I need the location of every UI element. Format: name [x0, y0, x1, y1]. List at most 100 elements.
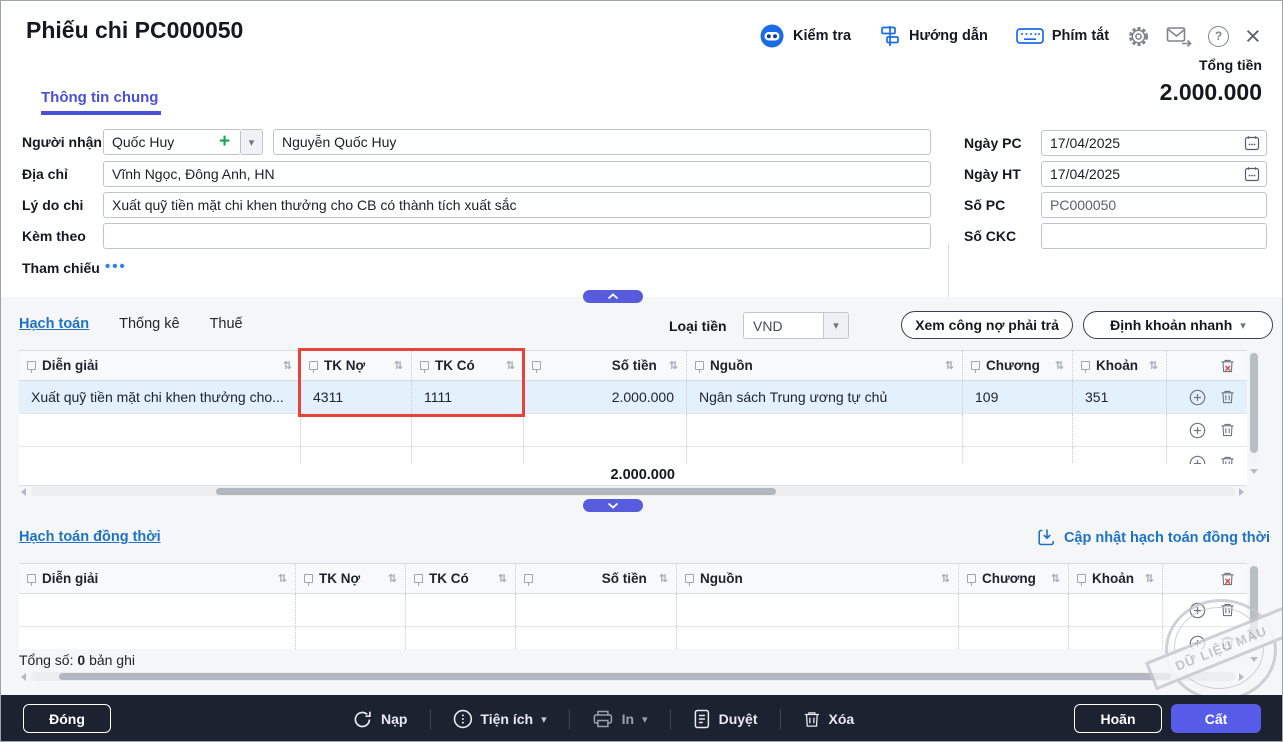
postpone-button[interactable]: Hoãn	[1074, 704, 1162, 733]
delete-row-icon[interactable]	[1220, 389, 1235, 405]
col-header-chuong[interactable]: Chương⇅	[959, 564, 1069, 593]
pin-icon[interactable]	[532, 361, 541, 370]
col-header-chuong[interactable]: Chương⇅	[963, 351, 1073, 380]
shortcut-button[interactable]: Phím tắt	[1016, 26, 1109, 46]
quick-entry-button[interactable]: Định khoản nhanh ▾	[1083, 311, 1273, 339]
close-window-button[interactable]: Đóng	[23, 704, 111, 733]
horizontal-scrollbar[interactable]	[31, 672, 1235, 681]
date-ht-input[interactable]	[1041, 161, 1267, 187]
approve-button[interactable]: Duyệt	[693, 709, 758, 729]
col-header-khoan[interactable]: Khoản⇅	[1069, 564, 1163, 593]
cell-chuong[interactable]: 109	[963, 381, 1073, 413]
col-header-tk-co[interactable]: TK Có⇅	[406, 564, 516, 593]
sort-icon[interactable]: ⇅	[278, 572, 287, 585]
reload-button[interactable]: Nạp	[352, 709, 407, 730]
cell-tk-co[interactable]: 1111	[412, 381, 524, 413]
reference-ellipsis-button[interactable]: •••	[105, 258, 127, 275]
tab-thue[interactable]: Thuế	[210, 316, 243, 332]
sort-icon[interactable]: ⇅	[506, 359, 515, 372]
simultaneous-title-link[interactable]: Hạch toán đồng thời	[19, 529, 161, 545]
pin-icon[interactable]	[27, 361, 36, 370]
col-header-so-tien[interactable]: Số tiền⇅	[516, 564, 677, 593]
cell-so-tien[interactable]: 2.000.000	[524, 381, 687, 413]
scrollbar-thumb[interactable]	[216, 488, 776, 495]
sort-icon[interactable]: ⇅	[659, 572, 668, 585]
delete-row-icon[interactable]	[1220, 602, 1235, 618]
col-header-tk-co[interactable]: TK Có⇅	[412, 351, 524, 380]
utilities-button[interactable]: Tiện ích ▾	[452, 709, 546, 729]
delete-all-rows-icon[interactable]: ×	[1220, 571, 1235, 587]
col-header-so-tien[interactable]: Số tiền⇅	[524, 351, 687, 380]
cell-nguon[interactable]: Ngân sách Trung ương tự chủ	[687, 381, 963, 413]
add-row-icon[interactable]	[1189, 422, 1206, 439]
update-simultaneous-link[interactable]: Cập nhật hạch toán đồng thời	[1037, 528, 1270, 547]
settings-button[interactable]	[1127, 25, 1150, 48]
vertical-scrollbar[interactable]	[1249, 351, 1259, 464]
vertical-scrollbar[interactable]	[1249, 564, 1259, 650]
cell-khoan[interactable]: 351	[1073, 381, 1167, 413]
scroll-down-arrow[interactable]	[1250, 657, 1258, 662]
sort-icon[interactable]: ⇅	[283, 359, 292, 372]
sort-icon[interactable]: ⇅	[394, 359, 403, 372]
pin-icon[interactable]	[685, 574, 694, 583]
pin-icon[interactable]	[971, 361, 980, 370]
sort-icon[interactable]: ⇅	[388, 572, 397, 585]
ckc-no-input[interactable]	[1041, 223, 1267, 249]
currency-select[interactable]: VND ▾	[743, 312, 849, 339]
sort-icon[interactable]: ⇅	[1149, 359, 1158, 372]
address-input[interactable]	[103, 161, 931, 187]
attachment-input[interactable]	[103, 223, 931, 249]
sort-icon[interactable]: ⇅	[1145, 572, 1154, 585]
calendar-icon[interactable]	[1244, 135, 1260, 156]
pin-icon[interactable]	[309, 361, 318, 370]
receiver-dropdown-button[interactable]: ▾	[241, 129, 263, 155]
add-row-icon[interactable]	[1189, 455, 1206, 465]
col-header-nguon[interactable]: Nguồn⇅	[677, 564, 959, 593]
sort-icon[interactable]: ⇅	[941, 572, 950, 585]
help-button[interactable]: ?	[1208, 26, 1229, 47]
tab-hach-toan[interactable]: Hạch toán	[19, 316, 89, 332]
reason-input[interactable]	[103, 192, 931, 218]
pin-icon[interactable]	[414, 574, 423, 583]
sort-icon[interactable]: ⇅	[669, 359, 678, 372]
add-receiver-icon[interactable]: +	[219, 129, 230, 155]
scroll-right-arrow[interactable]	[1239, 673, 1244, 681]
horizontal-scrollbar[interactable]	[31, 487, 1235, 496]
date-pc-input[interactable]	[1041, 130, 1267, 156]
table-row[interactable]: Xuất quỹ tiền mặt chi khen thưởng cho...…	[19, 381, 1247, 414]
pin-icon[interactable]	[695, 361, 704, 370]
pin-icon[interactable]	[524, 574, 533, 583]
table-row-empty[interactable]	[19, 594, 1247, 627]
tab-general-info[interactable]: Thông tin chung	[41, 89, 158, 106]
add-row-icon[interactable]	[1189, 635, 1206, 650]
cell-tk-no[interactable]: 4311	[301, 381, 412, 413]
sort-icon[interactable]: ⇅	[1051, 572, 1060, 585]
tab-thong-ke[interactable]: Thống kê	[119, 316, 179, 332]
cell-dien-giai[interactable]: Xuất quỹ tiền mặt chi khen thưởng cho...	[19, 381, 301, 413]
delete-row-icon[interactable]	[1220, 635, 1235, 649]
voucher-no-input[interactable]	[1041, 192, 1267, 218]
col-header-dien-giai[interactable]: Diễn giải⇅	[19, 564, 296, 593]
col-header-tk-no[interactable]: TK Nợ⇅	[296, 564, 406, 593]
pin-icon[interactable]	[967, 574, 976, 583]
pin-icon[interactable]	[304, 574, 313, 583]
delete-all-rows-icon[interactable]: ×	[1220, 358, 1235, 374]
pin-icon[interactable]	[1081, 361, 1090, 370]
delete-row-icon[interactable]	[1220, 422, 1235, 438]
receiver-name-input[interactable]	[273, 129, 931, 155]
col-header-nguon[interactable]: Nguồn⇅	[687, 351, 963, 380]
delete-row-icon[interactable]	[1220, 455, 1235, 464]
collapse-form-button[interactable]	[583, 290, 643, 303]
scrollbar-thumb[interactable]	[59, 673, 1171, 680]
delete-button[interactable]: Xóa	[802, 710, 854, 729]
close-button[interactable]: ×	[1245, 26, 1261, 46]
col-header-tk-no[interactable]: TK Nợ⇅	[301, 351, 412, 380]
sort-icon[interactable]: ⇅	[945, 359, 954, 372]
add-row-icon[interactable]	[1189, 389, 1206, 406]
scrollbar-thumb[interactable]	[1250, 566, 1258, 640]
guide-button[interactable]: Hướng dẫn	[879, 24, 988, 48]
save-button[interactable]: Cất	[1171, 704, 1261, 733]
scroll-left-arrow[interactable]	[21, 488, 26, 496]
pin-icon[interactable]	[27, 574, 36, 583]
scrollbar-thumb[interactable]	[1250, 353, 1258, 453]
